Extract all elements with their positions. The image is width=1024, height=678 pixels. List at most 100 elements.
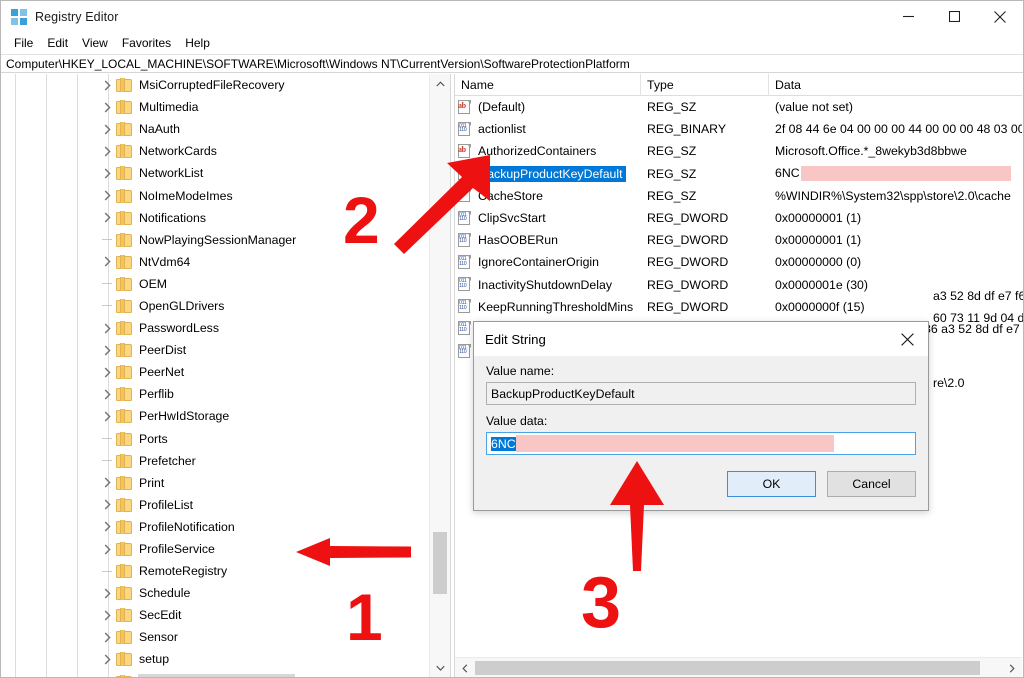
table-row[interactable]: 011 110 IgnoreContainerOrigin REG_DWORD 0x00… [455,251,1022,273]
occluded-data-fragment: re\2.0 [933,376,965,390]
sidebar-item-msicorruptedfilerecovery[interactable]: MsiCorruptedFileRecovery [1,74,429,96]
scroll-left-arrow[interactable] [455,658,475,677]
chevron-right-icon[interactable] [99,121,115,137]
sidebar-item-oem[interactable]: OEM [1,273,429,295]
sidebar-item-networkcards[interactable]: NetworkCards [1,140,429,162]
sidebar-item-noimemodeimes[interactable]: NoImeModeImes [1,184,429,206]
chevron-right-icon[interactable] [99,585,115,601]
sidebar-item-multimedia[interactable]: Multimedia [1,96,429,118]
cell-type: REG_DWORD [647,277,729,292]
sidebar-item-opengldrivers[interactable]: OpenGLDrivers [1,295,429,317]
chevron-right-icon[interactable] [99,607,115,623]
folder-icon [116,166,133,181]
table-row[interactable]: ab BackupProductKeyDefault REG_SZ 6NC [455,163,1022,185]
registry-path: Computer\HKEY_LOCAL_MACHINE\SOFTWARE\Mic… [6,56,630,71]
chevron-right-icon[interactable] [99,408,115,424]
column-header-type[interactable]: Type [641,74,769,96]
column-header-name[interactable]: Name [455,74,641,96]
sidebar-item-setup[interactable]: setup [1,648,429,670]
chevron-right-icon[interactable] [99,475,115,491]
sidebar-item-print[interactable]: Print [1,472,429,494]
chevron-right-icon[interactable] [99,497,115,513]
value-name-label: Value name: [486,364,555,378]
table-row[interactable]: ab (Default) REG_SZ (value not set) [455,96,1022,118]
value-name-input[interactable]: BackupProductKeyDefault [486,382,916,405]
maximize-button[interactable] [931,1,977,32]
ok-button[interactable]: OK [727,471,816,497]
list-horizontal-scrollbar[interactable] [455,657,1022,677]
value-name: InactivityShutdownDelay [478,277,612,292]
cell-type: REG_SZ [647,144,697,159]
list-scroll-thumb[interactable] [475,661,980,675]
table-row[interactable]: 011 110 ClipSvcStart REG_DWORD 0x00000001 (1… [455,207,1022,229]
menu-view[interactable]: View [75,34,115,52]
chevron-right-icon[interactable] [99,342,115,358]
sidebar-item-label: SoftwareProtectionPlatform [138,673,295,677]
folder-icon [116,542,133,557]
sidebar-item-prefetcher[interactable]: Prefetcher [1,450,429,472]
registry-tree[interactable]: MsiCorruptedFileRecovery Multimedia NaAuth… [1,74,429,677]
tree-scroll-thumb[interactable] [433,532,447,594]
chevron-right-icon[interactable] [99,99,115,115]
scroll-down-arrow[interactable] [430,658,450,677]
sidebar-item-remoteregistry[interactable]: RemoteRegistry [1,560,429,582]
menu-help[interactable]: Help [178,34,217,52]
value-data-input[interactable]: 6NC [486,432,916,455]
sidebar-item-perhwidstorage[interactable]: PerHwIdStorage [1,405,429,427]
chevron-right-icon[interactable] [99,320,115,336]
sidebar-item-label: NtVdm64 [139,254,191,269]
value-data: 2f 08 44 6e 04 00 00 00 44 00 00 00 48 0… [775,122,1022,137]
close-button[interactable] [977,1,1023,32]
table-row[interactable]: 011 110 HasOOBERun REG_DWORD 0x00000001 (1) [455,229,1022,251]
chevron-right-icon[interactable] [99,188,115,204]
sidebar-item-profilenotification[interactable]: ProfileNotification [1,516,429,538]
sidebar-item-ntvdm64[interactable]: NtVdm64 [1,251,429,273]
minimize-button[interactable] [885,1,931,32]
sidebar-item-notifications[interactable]: Notifications [1,207,429,229]
chevron-right-icon[interactable] [99,386,115,402]
sidebar-item-ports[interactable]: Ports [1,428,429,450]
sidebar-item-sensor[interactable]: Sensor [1,626,429,648]
chevron-down-icon[interactable] [99,674,115,677]
scroll-right-arrow[interactable] [1002,658,1022,677]
sidebar-item-perflib[interactable]: Perflib [1,383,429,405]
menu-file[interactable]: File [7,34,40,52]
chevron-right-icon[interactable] [99,77,115,93]
table-row[interactable]: ab CacheStore REG_SZ %WINDIR%\System32\spp\… [455,185,1022,207]
tree-vertical-scrollbar[interactable] [429,74,450,677]
cell-type: REG_SZ [647,166,697,181]
sidebar-item-nowplayingsessionmanager[interactable]: NowPlayingSessionManager [1,229,429,251]
sidebar-item-label: Schedule [139,586,191,601]
chevron-right-icon[interactable] [99,541,115,557]
chevron-right-icon[interactable] [99,254,115,270]
close-icon[interactable] [886,323,928,355]
menu-favorites[interactable]: Favorites [115,34,178,52]
column-header-data[interactable]: Data [769,74,1022,96]
sidebar-item-passwordless[interactable]: PasswordLess [1,317,429,339]
sidebar-item-peerdist[interactable]: PeerDist [1,339,429,361]
menu-edit[interactable]: Edit [40,34,75,52]
table-row[interactable]: ab AuthorizedContainers REG_SZ Microsoft.Of… [455,140,1022,162]
sidebar-item-label: NetworkCards [139,144,217,159]
table-row[interactable]: 011 110 actionlist REG_BINARY 2f 08 44 6e 04… [455,118,1022,140]
scroll-up-arrow[interactable] [430,74,450,94]
sidebar-item-profileservice[interactable]: ProfileService [1,538,429,560]
chevron-right-icon[interactable] [99,629,115,645]
dword-value-icon: 011 110 [457,254,472,270]
chevron-right-icon[interactable] [99,519,115,535]
sidebar-item-profilelist[interactable]: ProfileList [1,494,429,516]
dword-value-icon: 011 110 [457,210,472,226]
sidebar-item-softwareprotectionplatform[interactable]: SoftwareProtectionPlatform [1,671,429,677]
sidebar-item-schedule[interactable]: Schedule [1,582,429,604]
sidebar-item-peernet[interactable]: PeerNet [1,361,429,383]
chevron-right-icon[interactable] [99,143,115,159]
chevron-right-icon[interactable] [99,364,115,380]
sidebar-item-networklist[interactable]: NetworkList [1,162,429,184]
sidebar-item-secedit[interactable]: SecEdit [1,604,429,626]
cancel-button[interactable]: Cancel [827,471,916,497]
address-bar[interactable]: Computer\HKEY_LOCAL_MACHINE\SOFTWARE\Mic… [1,54,1023,73]
chevron-right-icon[interactable] [99,165,115,181]
chevron-right-icon[interactable] [99,651,115,667]
chevron-right-icon[interactable] [99,210,115,226]
sidebar-item-naauth[interactable]: NaAuth [1,118,429,140]
